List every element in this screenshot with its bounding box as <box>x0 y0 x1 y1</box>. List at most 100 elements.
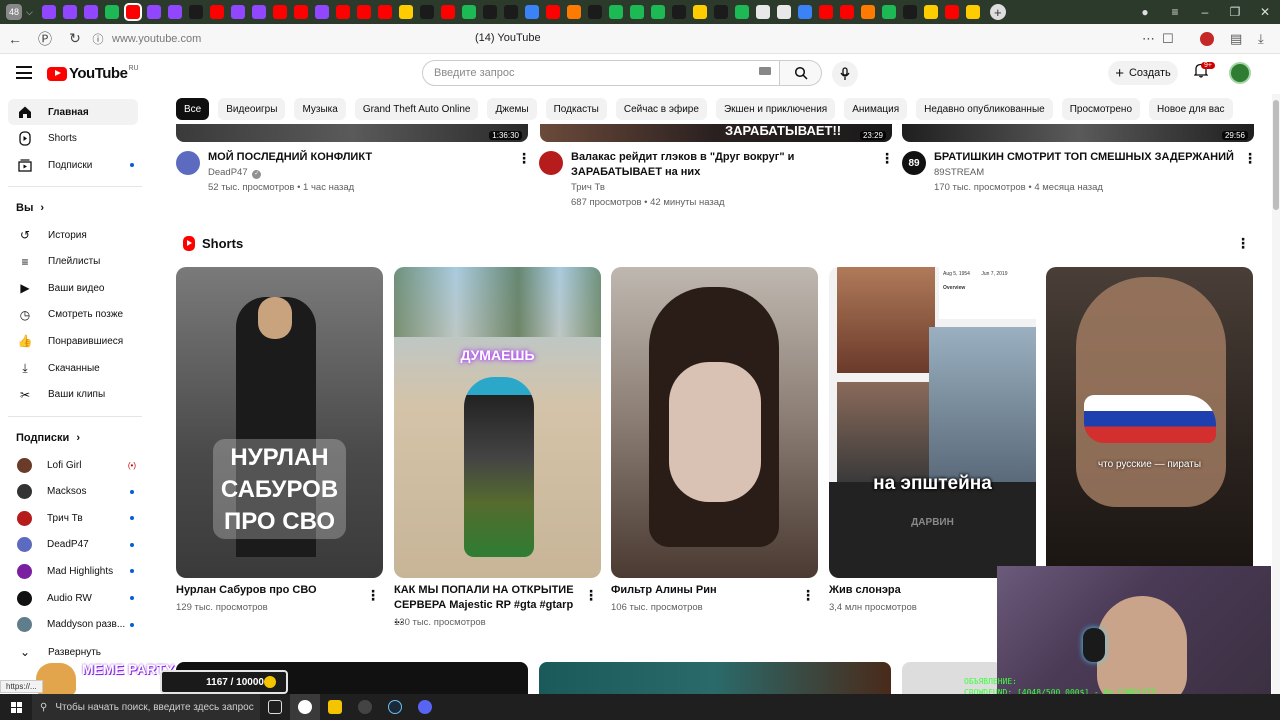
subscription-item[interactable]: Lofi Girl (•) <box>8 452 138 478</box>
sidebar-item-your-videos[interactable]: ▶ Ваши видео <box>8 275 138 301</box>
discord-icon[interactable] <box>410 694 440 720</box>
video-thumbnail[interactable]: ЗАРАБАТЫВАЕТ!! 23:29 <box>540 124 892 142</box>
filter-chip[interactable]: Просмотрено <box>1061 98 1141 120</box>
browser-tab-icon[interactable] <box>966 5 981 19</box>
subscription-item[interactable]: Трич Тв <box>8 505 138 531</box>
browser-tab-icon[interactable] <box>63 5 78 19</box>
more-actions-icon[interactable]: ⋮ <box>517 151 531 165</box>
filter-chip[interactable]: Экшен и приключения <box>715 98 836 120</box>
browser-tab-icon[interactable] <box>231 5 246 19</box>
subscription-item[interactable]: Audio RW <box>8 585 138 611</box>
short-title[interactable]: Жив слонэра <box>829 583 989 598</box>
reload-icon[interactable]: ↻ <box>60 30 90 47</box>
youtube-logo[interactable]: YouTube RU <box>47 65 139 82</box>
short-thumbnail[interactable]: ДУМАЕШЬ <box>394 267 601 578</box>
channel-name[interactable]: 89STREAM <box>934 167 984 178</box>
filter-chip[interactable]: Музыка <box>294 98 346 120</box>
keyboard-icon[interactable] <box>759 67 771 75</box>
create-button[interactable]: + Создать <box>1108 61 1178 85</box>
browser-tab-icon[interactable] <box>903 5 918 19</box>
browser-tab-icon[interactable] <box>924 5 939 19</box>
filter-chip[interactable]: Все <box>176 98 210 120</box>
more-icon[interactable]: ⋯ <box>1142 31 1155 47</box>
browser-tab-icon[interactable] <box>252 5 267 19</box>
collections-icon[interactable]: ▤ <box>1230 31 1242 47</box>
video-channel[interactable]: DeadP47 ✓ <box>208 167 262 179</box>
minimize-icon[interactable]: – <box>1190 5 1220 19</box>
subscriptions-section-heading[interactable]: Подписки › <box>16 432 80 444</box>
browser-tab-icon[interactable] <box>756 5 771 19</box>
sidebar-item-home[interactable]: Главная <box>8 99 138 125</box>
video-title[interactable]: Валакас рейдит глэков в "Друг вокруг" и … <box>571 150 871 180</box>
browser-tab-icon[interactable] <box>630 5 645 19</box>
short-thumbnail[interactable] <box>611 267 818 578</box>
browser-tab-icon[interactable] <box>567 5 582 19</box>
browser-tab-icon[interactable] <box>189 5 204 19</box>
filter-chip[interactable]: Анимация <box>844 98 908 120</box>
browser-tab-icon[interactable] <box>609 5 624 19</box>
browser-tab-icon[interactable] <box>378 5 393 19</box>
tab-list-chevron-icon[interactable]: ⌵ <box>26 7 33 18</box>
browser-tab-icon[interactable] <box>42 5 57 19</box>
scrollbar-thumb[interactable] <box>1273 100 1279 210</box>
browser-tab-icon[interactable] <box>420 5 435 19</box>
browser-tab-icon[interactable] <box>357 5 372 19</box>
filter-chip[interactable]: Недавно опубликованные <box>916 98 1053 120</box>
browser-tab-icon[interactable] <box>294 5 309 19</box>
new-tab-button[interactable]: + <box>989 4 1006 20</box>
channel-name[interactable]: Трич Тв <box>571 182 605 193</box>
subscription-item[interactable]: Mad Highlights <box>8 558 138 584</box>
video-thumbnail[interactable]: 1:36:30 <box>176 124 528 142</box>
browser-tab-icon[interactable] <box>315 5 330 19</box>
profile-icon[interactable]: ● <box>1130 5 1160 19</box>
tab-count-badge[interactable]: 48 <box>6 4 22 20</box>
browser-tab-icon[interactable] <box>588 5 603 19</box>
browser-tab-icon[interactable] <box>273 5 288 19</box>
browser-tab-icon[interactable] <box>105 5 120 19</box>
sidebar-item-playlists[interactable]: ≡ Плейлисты <box>8 249 138 275</box>
subscription-item[interactable]: DeadP47 <box>8 532 138 558</box>
browser-tab-icon[interactable] <box>798 5 813 19</box>
sidebar-item-clips[interactable]: ✂ Ваши клипы <box>8 382 138 408</box>
search-button[interactable] <box>780 60 822 86</box>
lock-app-icon[interactable] <box>320 694 350 720</box>
short-thumbnail[interactable]: Aug 5, 1954 Jun 7, 2019 Overview на эпшт… <box>829 267 1036 578</box>
yandex-browser-icon[interactable] <box>290 694 320 720</box>
video-thumbnail[interactable]: 29:56 <box>902 124 1254 142</box>
url-field[interactable]: www.youtube.com <box>112 33 201 45</box>
sidebar-item-liked[interactable]: 👍 Понравившиеся <box>8 328 138 354</box>
browser-tab-icon[interactable] <box>945 5 960 19</box>
steam-icon[interactable] <box>380 694 410 720</box>
obs-icon[interactable] <box>350 694 380 720</box>
taskbar-search[interactable]: ⚲ Чтобы начать поиск, введите здесь запр… <box>32 694 260 720</box>
search-input[interactable]: Введите запрос <box>422 60 780 86</box>
browser-tab-icon[interactable] <box>124 3 143 21</box>
browser-tab-icon[interactable] <box>714 5 729 19</box>
browser-tab-icon[interactable] <box>504 5 519 19</box>
filter-chip[interactable]: Сейчас в эфире <box>615 98 707 120</box>
shorts-more-icon[interactable]: ⋮ <box>1236 236 1250 250</box>
short-thumbnail[interactable]: НУРЛАН САБУРОВ ПРО СВО <box>176 267 383 578</box>
more-actions-icon[interactable]: ⋮ <box>584 588 598 602</box>
filter-chip[interactable]: Grand Theft Auto Online <box>354 98 479 120</box>
browser-tab-icon[interactable] <box>147 5 162 19</box>
more-actions-icon[interactable]: ⋮ <box>880 151 894 165</box>
download-icon[interactable]: ⤓ <box>1258 31 1264 47</box>
channel-avatar[interactable]: 89 <box>902 151 926 175</box>
browser-tab-icon[interactable] <box>735 5 750 19</box>
browser-tab-icon[interactable] <box>840 5 855 19</box>
browser-tab-icon[interactable] <box>819 5 834 19</box>
browser-tab-icon[interactable] <box>777 5 792 19</box>
task-view-icon[interactable] <box>260 694 290 720</box>
browser-tab-icon[interactable] <box>336 5 351 19</box>
sidebar-item-subscriptions[interactable]: Подписки <box>8 152 138 178</box>
sidebar-item-watch-later[interactable]: ◷ Смотреть позже <box>8 302 138 328</box>
back-icon[interactable]: ← <box>0 31 30 47</box>
hamburger-menu-icon[interactable] <box>16 66 32 83</box>
short-thumbnail[interactable]: что русские — пираты <box>1046 267 1253 578</box>
browser-tab-icon[interactable] <box>441 5 456 19</box>
lock-icon[interactable]: ⓘ <box>90 31 106 47</box>
filter-chip[interactable]: Подкасты <box>545 98 607 120</box>
browser-tab-icon[interactable] <box>483 5 498 19</box>
sidebar-item-shorts[interactable]: Shorts <box>8 125 138 151</box>
